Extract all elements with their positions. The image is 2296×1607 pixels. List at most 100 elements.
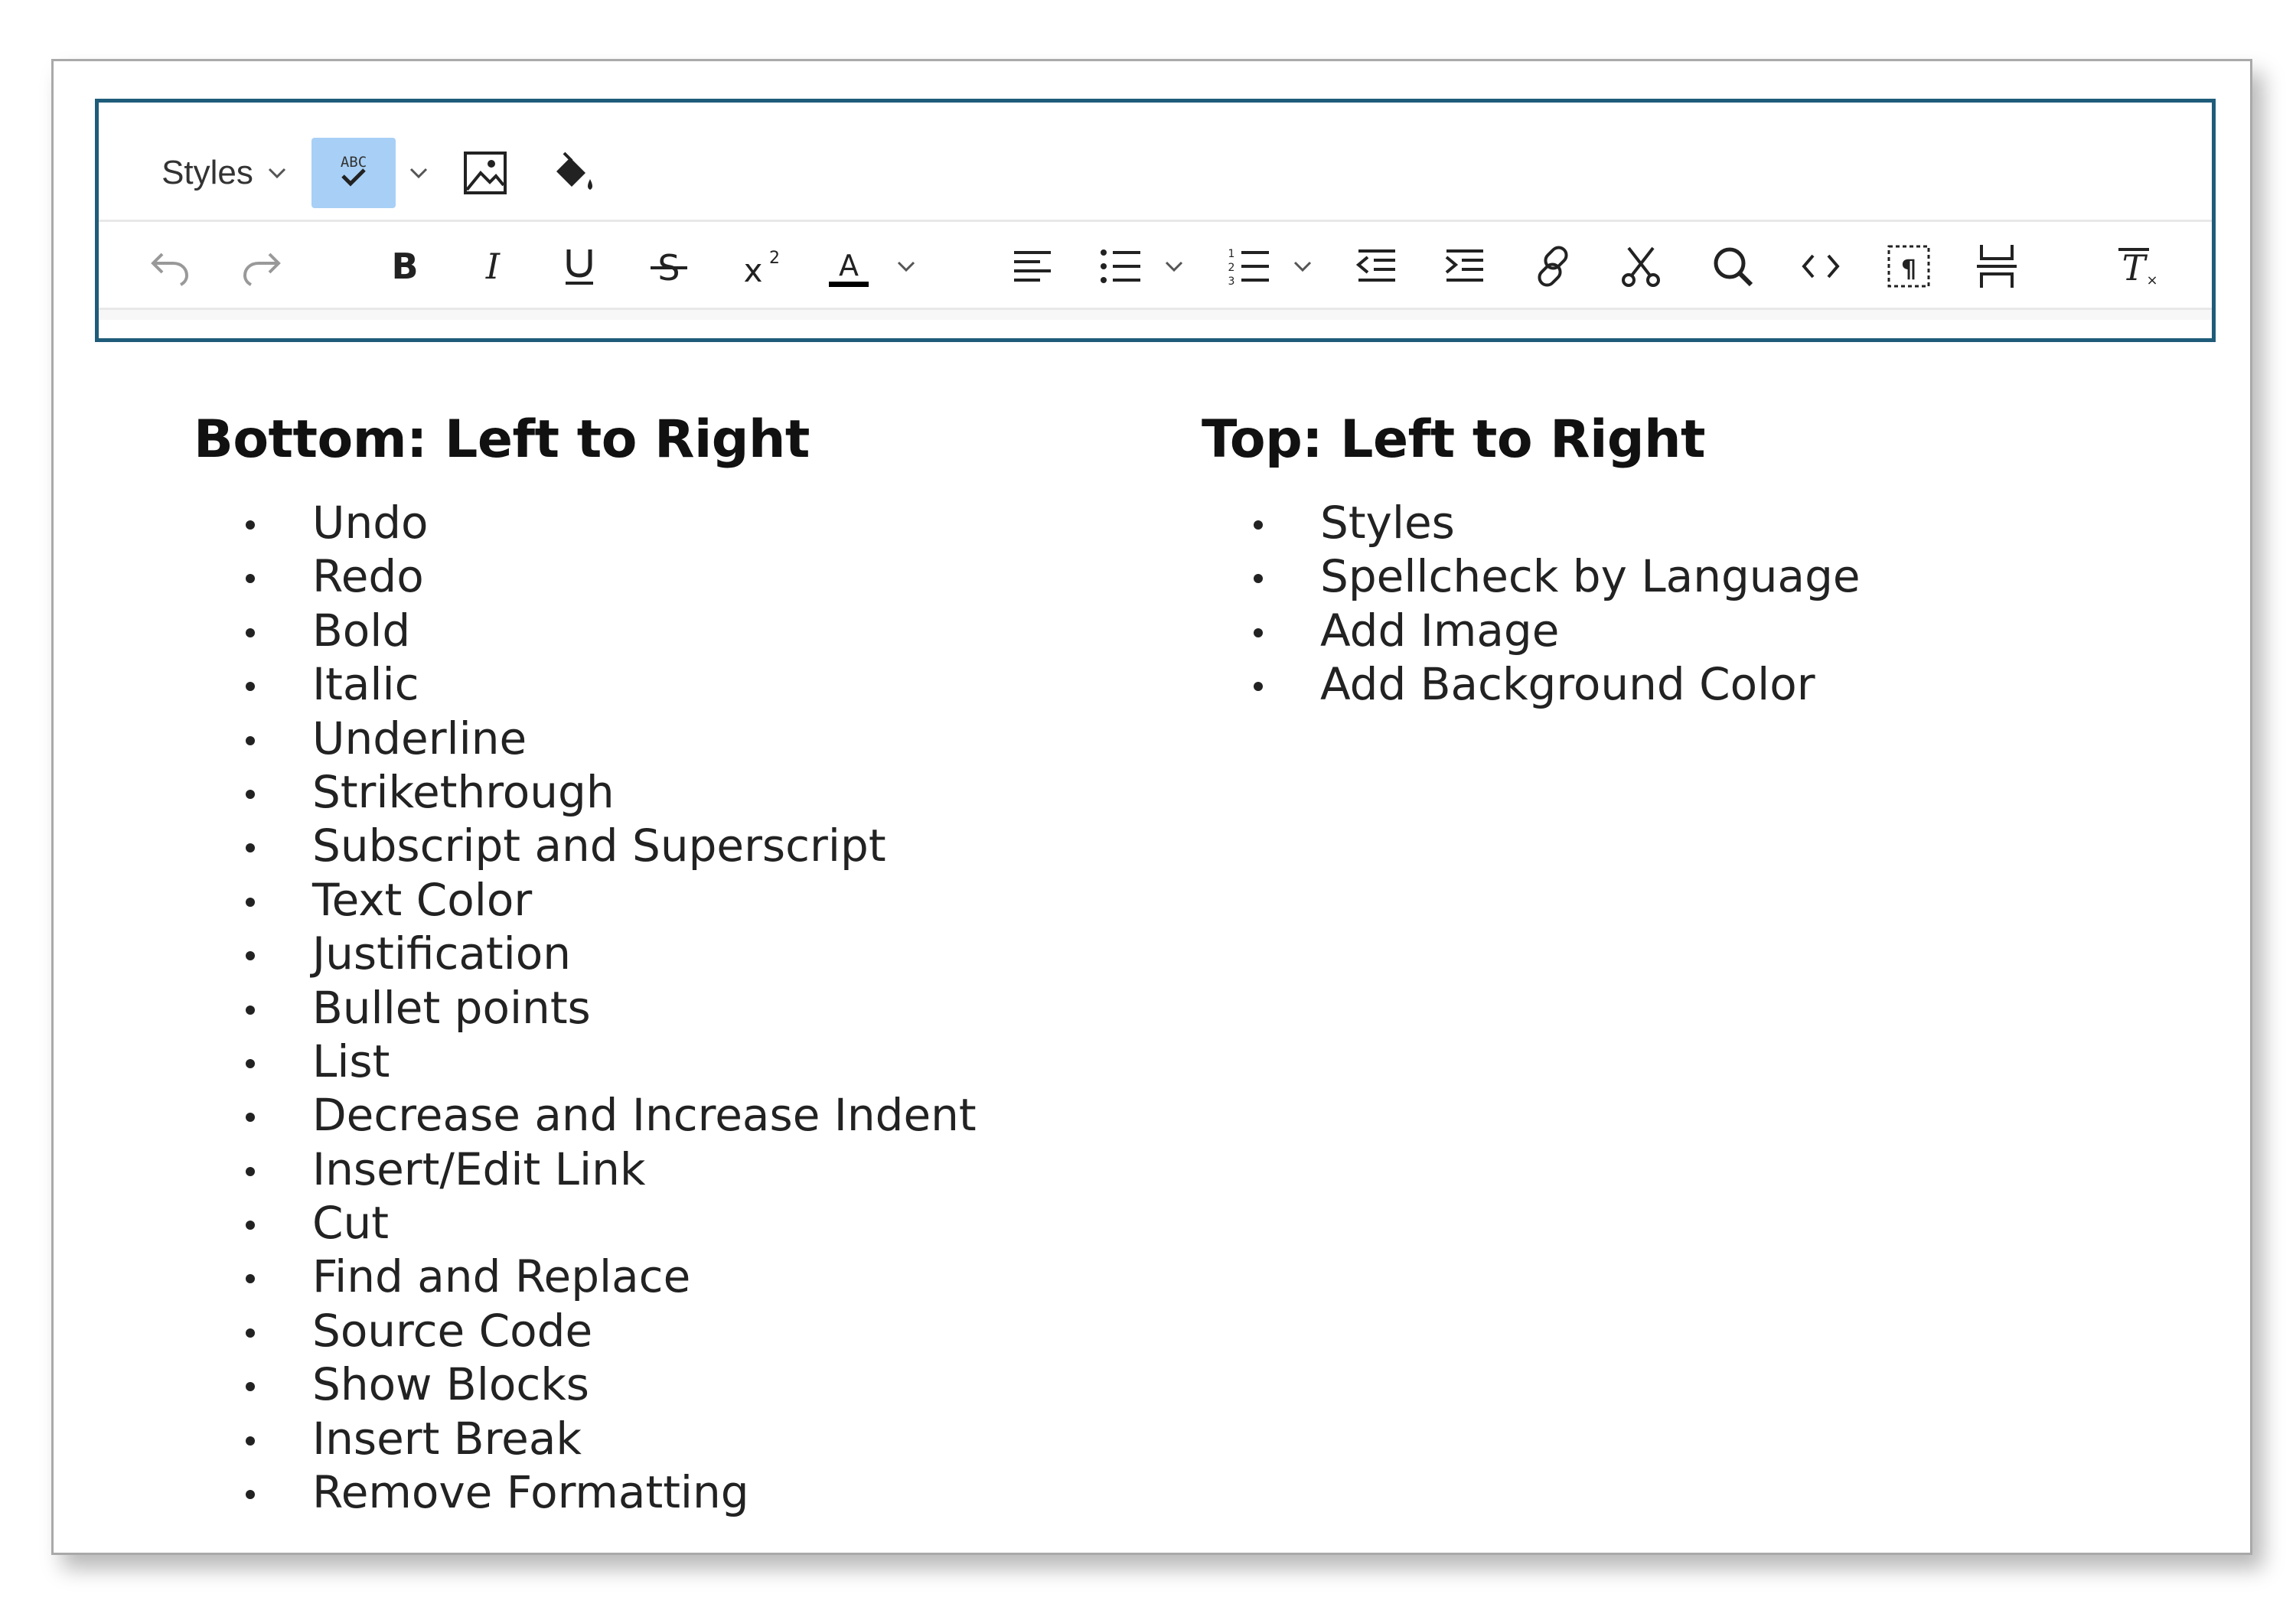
insert-break-icon [1977,245,2017,288]
chevron-down-icon [1293,261,1312,272]
underline-button[interactable] [545,228,614,305]
list-item: Bold [194,604,977,657]
bold-icon: B [391,246,418,287]
numbered-list-icon: 1 23 [1228,248,1269,288]
add-image-button[interactable] [447,135,523,211]
chevron-down-icon [409,168,428,179]
redo-icon [243,253,281,286]
svg-text:T: T [2122,247,2148,288]
italic-icon: I [485,246,501,287]
list-item: Redo [194,549,977,603]
bold-button[interactable]: B [370,228,439,305]
list-item: Insert Break [194,1412,977,1465]
list-item: Justification [194,927,977,980]
bulleted-list-icon [1101,249,1140,283]
list-item: Source Code [194,1304,977,1358]
cut-icon [1622,246,1660,287]
superscript-icon: x2 [743,249,780,289]
show-blocks-button[interactable]: ¶ [1874,228,1943,305]
svg-text:B: B [391,246,418,287]
list-item: Cut [194,1196,977,1250]
list-item: List [194,1035,977,1088]
list-item: Strikethrough [194,765,977,819]
rich-text-editor-toolbar: Styles ABC B I S x 2 A 1 2 3 ¶ T × [95,99,2216,342]
source-code-button[interactable] [1786,228,1855,305]
text-color-dropdown[interactable] [887,228,925,305]
bottom-section-list: Undo Redo Bold Italic Underline Strikethrough… [194,496,977,1519]
increase-indent-button[interactable] [1430,228,1499,305]
top-section-list: Styles Spellcheck by Language Add Image Add… [1202,496,1861,712]
list-item: Remove Formatting [194,1465,977,1519]
bottom-section-title: Bottom: Left to Right [194,409,810,470]
paint-bucket-icon [556,152,592,190]
svg-text:1: 1 [1228,248,1235,260]
remove-format-icon: T × [2118,247,2158,288]
image-icon [464,152,507,194]
redo-button[interactable] [227,228,296,305]
align-left-button[interactable] [998,228,1067,305]
toolbar-bottom-row: B I S x2 A 123 ¶ T × [99,220,2212,308]
svg-text:2: 2 [1228,262,1235,274]
list-item: Spellcheck by Language [1202,549,1861,603]
undo-button[interactable] [135,228,204,305]
source-code-icon [1802,254,1840,279]
svg-text:I: I [485,246,501,287]
insert-break-button[interactable] [1962,228,2031,305]
align-left-icon [1014,251,1051,282]
link-button[interactable] [1518,228,1587,305]
bulleted-list-dropdown[interactable] [1155,228,1193,305]
svg-text:3: 3 [1228,275,1235,288]
chevron-down-icon [268,168,285,179]
decrease-indent-icon [1355,249,1395,282]
list-item: Text Color [194,873,977,927]
top-section-title: Top: Left to Right [1202,409,1705,470]
text-color-button[interactable]: A [812,228,885,305]
list-item: Add Image [1202,604,1861,657]
text-color-icon: A [828,249,869,287]
link-icon [1538,246,1568,287]
svg-text:A: A [839,249,859,282]
superscript-button[interactable]: x2 [722,228,795,305]
svg-text:¶: ¶ [1901,254,1916,283]
chevron-down-icon [897,261,915,272]
list-item: Decrease and Increase Indent [194,1088,977,1142]
svg-text:×: × [2146,272,2157,288]
underline-icon [566,249,593,285]
chevron-down-icon [1165,261,1183,272]
spellcheck-button[interactable]: ABC [311,138,396,208]
list-item: Bullet points [194,981,977,1035]
italic-button[interactable]: I [458,228,527,305]
svg-text:2: 2 [769,249,780,268]
numbered-list-dropdown[interactable] [1283,228,1322,305]
list-item: Subscript and Superscript [194,819,977,872]
spellcheck-language-dropdown[interactable] [399,135,439,211]
list-item: Add Background Color [1202,657,1861,711]
undo-icon [151,253,189,286]
show-blocks-icon: ¶ [1887,245,1930,288]
list-item: Italic [194,657,977,711]
styles-dropdown[interactable]: Styles [145,135,305,211]
strikethrough-icon: S [651,247,687,288]
increase-indent-icon [1445,249,1483,282]
find-replace-button[interactable] [1698,228,1767,305]
remove-format-button[interactable]: T × [2104,228,2173,305]
numbered-list-button[interactable]: 1 23 [1215,228,1283,305]
list-item: Insert/Edit Link [194,1143,977,1196]
list-item: Undo [194,496,977,549]
list-item: Underline [194,712,977,765]
svg-text:ABC: ABC [341,154,367,171]
list-item: Find and Replace [194,1250,977,1303]
toolbar-divider [99,308,2212,320]
svg-text:x: x [743,252,762,289]
search-icon [1714,247,1753,287]
styles-label: Styles [161,154,253,191]
spellcheck-abc-icon: ABC [341,154,367,187]
cut-button[interactable] [1606,228,1675,305]
bulleted-list-button[interactable] [1086,228,1155,305]
toolbar-top-row: Styles ABC [99,119,2212,227]
list-item: Styles [1202,496,1861,549]
background-color-button[interactable] [535,135,612,211]
strikethrough-button[interactable]: S [634,228,703,305]
decrease-indent-button[interactable] [1342,228,1411,305]
list-item: Show Blocks [194,1358,977,1411]
